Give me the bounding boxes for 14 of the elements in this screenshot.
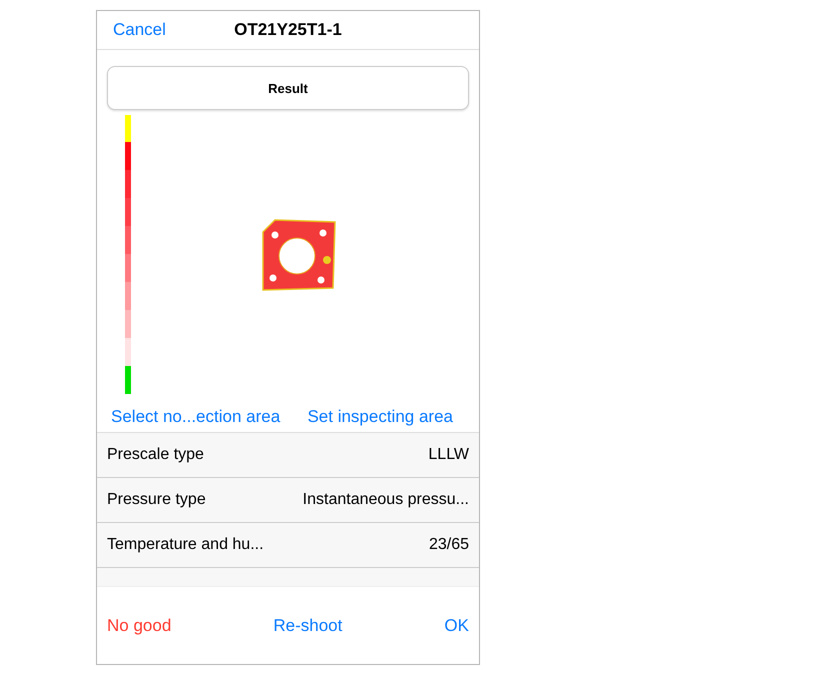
row-value: Instantaneous pressu... — [302, 491, 469, 509]
cancel-button[interactable]: Cancel — [113, 20, 166, 40]
row-value: 23/65 — [428, 536, 469, 554]
row-label: Temperature and hu... — [107, 536, 264, 554]
footer-button[interactable]: OK — [444, 616, 469, 636]
footer-button[interactable]: Re-shoot — [273, 616, 342, 636]
row-value: LLLW — [428, 446, 469, 464]
result-button[interactable]: Result — [107, 66, 469, 110]
screen-title: OT21Y25T1-1 — [234, 20, 342, 40]
row-label: Pressure type — [107, 491, 206, 509]
area-link[interactable]: Set inspecting area — [307, 407, 453, 427]
footer-button[interactable]: No good — [107, 616, 172, 636]
area-link[interactable]: Select no...ection area — [111, 407, 280, 427]
row-label: Prescale type — [107, 446, 204, 464]
